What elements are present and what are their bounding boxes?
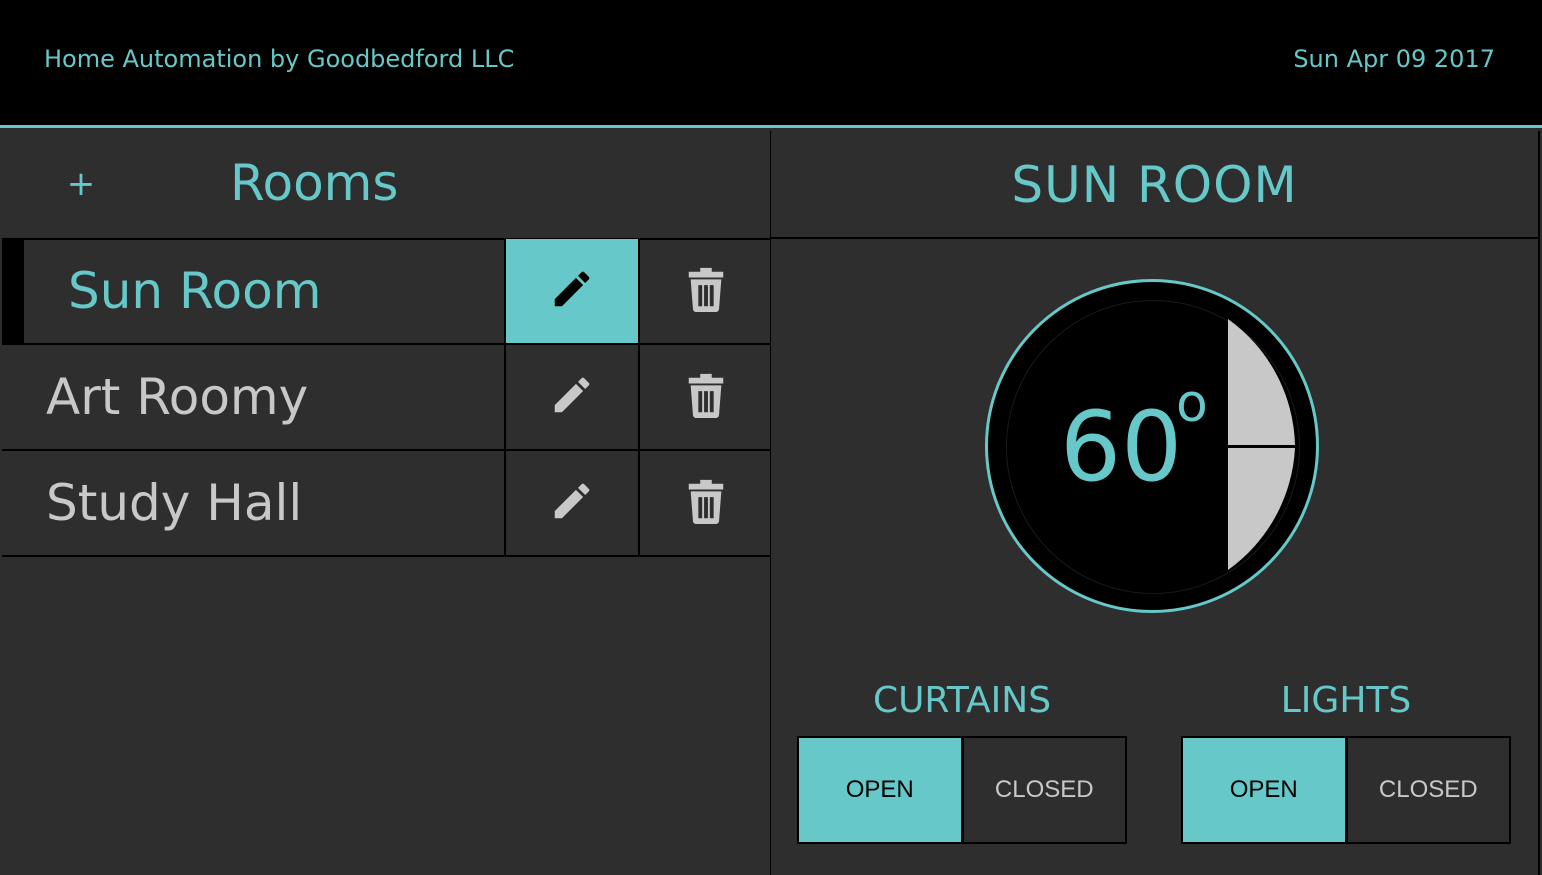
- pencil-icon: [549, 372, 595, 422]
- decrease-temperature-button[interactable]: [1228, 448, 1295, 570]
- active-indicator: [2, 239, 24, 343]
- curtains-toggle: OPEN CLOSED: [797, 736, 1127, 844]
- lights-closed-button[interactable]: CLOSED: [1344, 738, 1509, 842]
- increase-temperature-button[interactable]: [1228, 319, 1295, 445]
- room-row-art-roomy[interactable]: Art Roomy: [2, 345, 770, 451]
- lights-control: LIGHTS OPEN CLOSED: [1181, 677, 1511, 844]
- pencil-icon: [549, 266, 595, 316]
- app-title: Home Automation by Goodbedford LLC: [44, 45, 515, 73]
- rooms-title: Rooms: [230, 154, 399, 212]
- thermostat-dial: 60 o + -: [985, 279, 1319, 613]
- room-row-study-hall[interactable]: Study Hall: [2, 451, 770, 557]
- current-date: Sun Apr 09 2017: [1293, 45, 1495, 73]
- add-room-button[interactable]: +: [66, 161, 96, 207]
- app-header: Home Automation by Goodbedford LLC Sun A…: [0, 0, 1542, 128]
- room-name[interactable]: Study Hall: [46, 473, 302, 533]
- trash-icon: [686, 372, 726, 422]
- curtains-open-button[interactable]: OPEN: [799, 738, 961, 842]
- room-detail-header: SUN ROOM: [771, 131, 1538, 239]
- pencil-icon: [549, 478, 595, 528]
- room-row-sun-room[interactable]: Sun Room: [2, 239, 770, 345]
- curtains-closed-button[interactable]: CLOSED: [960, 738, 1125, 842]
- room-name[interactable]: Sun Room: [68, 261, 321, 321]
- rooms-header: + Rooms: [2, 131, 770, 240]
- temperature-controls: [1228, 319, 1298, 570]
- delete-room-button[interactable]: [638, 345, 772, 449]
- curtains-label: CURTAINS: [872, 680, 1052, 721]
- room-detail-title: SUN ROOM: [1011, 156, 1298, 214]
- trash-icon: [686, 266, 726, 316]
- room-name[interactable]: Art Roomy: [46, 367, 308, 427]
- curtains-control: CURTAINS OPEN CLOSED: [797, 677, 1127, 844]
- edit-room-button[interactable]: [504, 239, 638, 343]
- rooms-panel: + Rooms Sun Room Art Roomy Study Hall: [2, 131, 771, 875]
- edit-room-button[interactable]: [504, 345, 638, 449]
- lights-label: LIGHTS: [1280, 680, 1412, 721]
- delete-room-button[interactable]: [638, 239, 772, 343]
- trash-icon: [686, 478, 726, 528]
- delete-room-button[interactable]: [638, 451, 772, 555]
- room-detail-panel: SUN ROOM 60 o + - CURTAINS OPEN CLOSED L…: [771, 131, 1540, 875]
- lights-toggle: OPEN CLOSED: [1181, 736, 1511, 844]
- lights-open-button[interactable]: OPEN: [1183, 738, 1345, 842]
- edit-room-button[interactable]: [504, 451, 638, 555]
